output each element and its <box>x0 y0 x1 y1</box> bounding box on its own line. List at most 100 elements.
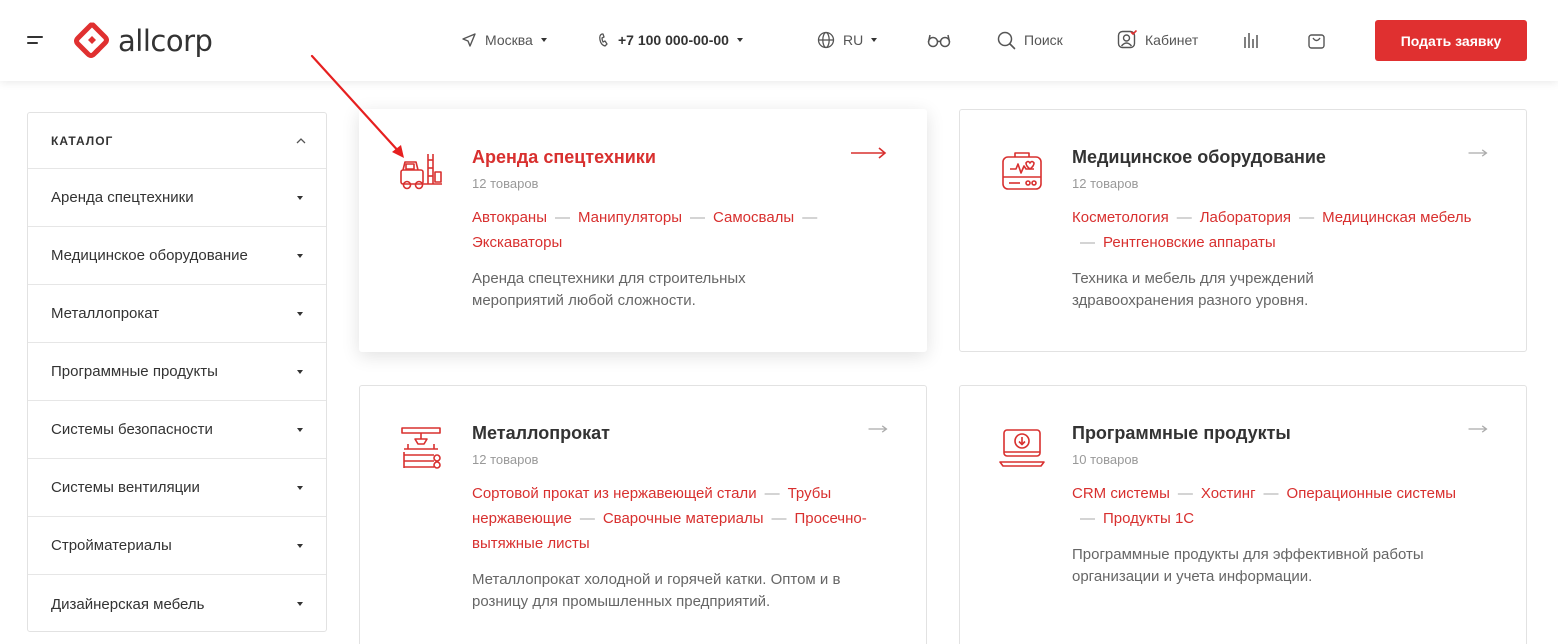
chevron-down-icon[interactable] <box>297 369 303 374</box>
logo-text: allcorp <box>118 24 213 58</box>
search-label: Поиск <box>1024 32 1063 48</box>
card-title[interactable]: Металлопрокат <box>472 423 610 444</box>
card-description: Металлопрокат холодной и горячей катки. … <box>472 571 841 610</box>
phone-number: +7 100 000-00-00 <box>618 32 729 48</box>
sidebar-item-label: Металлопрокат <box>51 305 160 322</box>
sidebar-item-ventilation[interactable]: Системы вентиляции <box>28 459 326 517</box>
card-link[interactable]: Лаборатория <box>1200 209 1291 226</box>
category-card-medical[interactable]: Медицинское оборудование 12 товаров Косм… <box>959 109 1527 352</box>
chevron-down-icon[interactable] <box>297 253 303 258</box>
chevron-down-icon[interactable] <box>297 195 303 200</box>
globe-icon <box>817 31 835 49</box>
card-links: Косметология — Лаборатория — Медицинская меб… <box>1072 209 1472 251</box>
forklift-icon <box>400 154 442 190</box>
user-profile-icon <box>1117 30 1137 49</box>
card-links: Сортовой прокат из нержавеющей стали — Тру… <box>472 485 867 552</box>
compare-button[interactable] <box>1243 30 1267 50</box>
card-link[interactable]: Автокраны <box>472 209 547 226</box>
language-selector[interactable]: RU <box>817 30 878 50</box>
sidebar-item-label: Медицинское оборудование <box>51 247 248 264</box>
burger-menu-icon[interactable] <box>27 34 45 46</box>
cart-button[interactable] <box>1307 30 1334 50</box>
cabinet-label: Кабинет <box>1145 32 1199 48</box>
card-link[interactable]: Операционные системы <box>1287 485 1457 502</box>
card-link[interactable]: Самосвалы <box>713 209 794 226</box>
arrow-right-icon[interactable] <box>1468 146 1488 160</box>
chevron-down-icon <box>540 38 547 42</box>
sidebar-item-label: Дизайнерская мебель <box>51 595 205 613</box>
sidebar-item-rental[interactable]: Аренда спецтехники <box>28 169 326 227</box>
location-arrow-icon <box>462 33 476 47</box>
sidebar-item-label: Программные продукты <box>51 363 218 380</box>
sidebar-item-medical[interactable]: Медицинское оборудование <box>28 227 326 285</box>
laptop-download-icon <box>999 429 1045 467</box>
phone-icon <box>599 33 608 47</box>
card-link[interactable]: Рентгеновские аппараты <box>1103 234 1276 251</box>
category-card-rental[interactable]: Аренда спецтехники 12 товаров Автокраны —… <box>359 109 927 352</box>
category-card-software[interactable]: Программные продукты 10 товаров CRM сист… <box>959 385 1527 644</box>
sidebar-item-label: Стройматериалы <box>51 537 172 554</box>
sidebar-item-metal[interactable]: Металлопрокат <box>28 285 326 343</box>
shopping-bag-icon <box>1308 33 1325 49</box>
search-button[interactable]: Поиск <box>997 30 1063 50</box>
arrow-right-icon[interactable] <box>850 146 888 160</box>
sidebar-item-software[interactable]: Программные продукты <box>28 343 326 401</box>
card-description: Программные продукты для эффективной раб… <box>1072 546 1424 585</box>
chevron-down-icon <box>736 38 743 42</box>
card-link[interactable]: Манипуляторы <box>578 209 682 226</box>
arrow-right-icon[interactable] <box>868 422 888 436</box>
sidebar-item-building[interactable]: Стройматериалы <box>28 517 326 575</box>
card-link[interactable]: Хостинг <box>1201 485 1256 502</box>
card-links: Автокраны — Манипуляторы — Самосвалы — Экскава… <box>472 209 818 251</box>
card-count: 12 товаров <box>472 452 539 467</box>
card-link[interactable]: Экскаваторы <box>472 234 562 251</box>
sidebar-item-label: Системы вентиляции <box>51 479 200 496</box>
card-description: Техника и мебель для учреждений здравоох… <box>1072 270 1314 309</box>
card-title[interactable]: Аренда спецтехники <box>472 147 656 168</box>
submit-request-button[interactable]: Подать заявку <box>1375 20 1527 61</box>
card-title[interactable]: Программные продукты <box>1072 423 1291 444</box>
card-link[interactable]: Косметология <box>1072 209 1169 226</box>
card-link[interactable]: Сварочные материалы <box>603 510 764 527</box>
city-selector[interactable]: Москва <box>461 30 547 50</box>
sidebar-item-label: Системы безопасности <box>51 421 213 438</box>
bar-chart-icon <box>1244 33 1258 48</box>
language-label: RU <box>843 32 864 48</box>
sidebar-item-furniture[interactable]: Дизайнерская мебель <box>28 575 326 633</box>
sidebar-item-security[interactable]: Системы безопасности <box>28 401 326 459</box>
catalog-header[interactable]: КАТАЛОГ <box>28 113 326 169</box>
city-label: Москва <box>485 32 533 48</box>
card-link[interactable]: Продукты 1С <box>1103 510 1194 527</box>
card-description: Аренда спецтехники для строительных меро… <box>472 270 746 309</box>
chevron-up-icon[interactable] <box>296 137 306 144</box>
arrow-right-icon[interactable] <box>1468 422 1488 436</box>
search-icon <box>997 31 1016 49</box>
phone-selector[interactable]: +7 100 000-00-00 <box>598 30 743 50</box>
accessibility-button[interactable] <box>927 30 959 50</box>
logo[interactable]: allcorp <box>74 22 213 60</box>
medical-device-icon <box>1002 152 1042 190</box>
chevron-down-icon[interactable] <box>297 543 303 548</box>
card-title[interactable]: Медицинское оборудование <box>1072 147 1326 168</box>
cabinet-button[interactable]: Кабинет <box>1117 30 1198 50</box>
chevron-down-icon[interactable] <box>297 427 303 432</box>
chevron-down-icon <box>871 38 878 42</box>
chevron-down-icon[interactable] <box>297 485 303 490</box>
card-link[interactable]: Медицинская мебель <box>1322 209 1471 226</box>
card-link[interactable]: CRM системы <box>1072 485 1170 502</box>
card-count: 10 товаров <box>1072 452 1139 467</box>
glasses-icon <box>927 34 951 48</box>
sidebar-item-label: Аренда спецтехники <box>51 189 194 206</box>
card-link[interactable]: Сортовой прокат из нержавеющей стали <box>472 485 757 502</box>
chevron-down-icon[interactable] <box>297 311 303 316</box>
allcorp-logo-icon <box>74 22 109 58</box>
card-count: 12 товаров <box>472 176 539 191</box>
card-links: CRM системы — Хостинг — Операционные системы… <box>1072 485 1457 527</box>
catalog-sidebar: КАТАЛОГ Аренда спецтехники Медицинское о… <box>27 112 327 632</box>
card-count: 12 товаров <box>1072 176 1139 191</box>
catalog-title: КАТАЛОГ <box>51 133 114 148</box>
category-card-metal[interactable]: Металлопрокат 12 товаров Сортовой прокат… <box>359 385 927 644</box>
site-header: allcorp Москва +7 100 000-00-00 RU Поиск… <box>0 0 1558 81</box>
metal-rolling-icon <box>401 427 441 469</box>
chevron-down-icon[interactable] <box>297 602 303 606</box>
